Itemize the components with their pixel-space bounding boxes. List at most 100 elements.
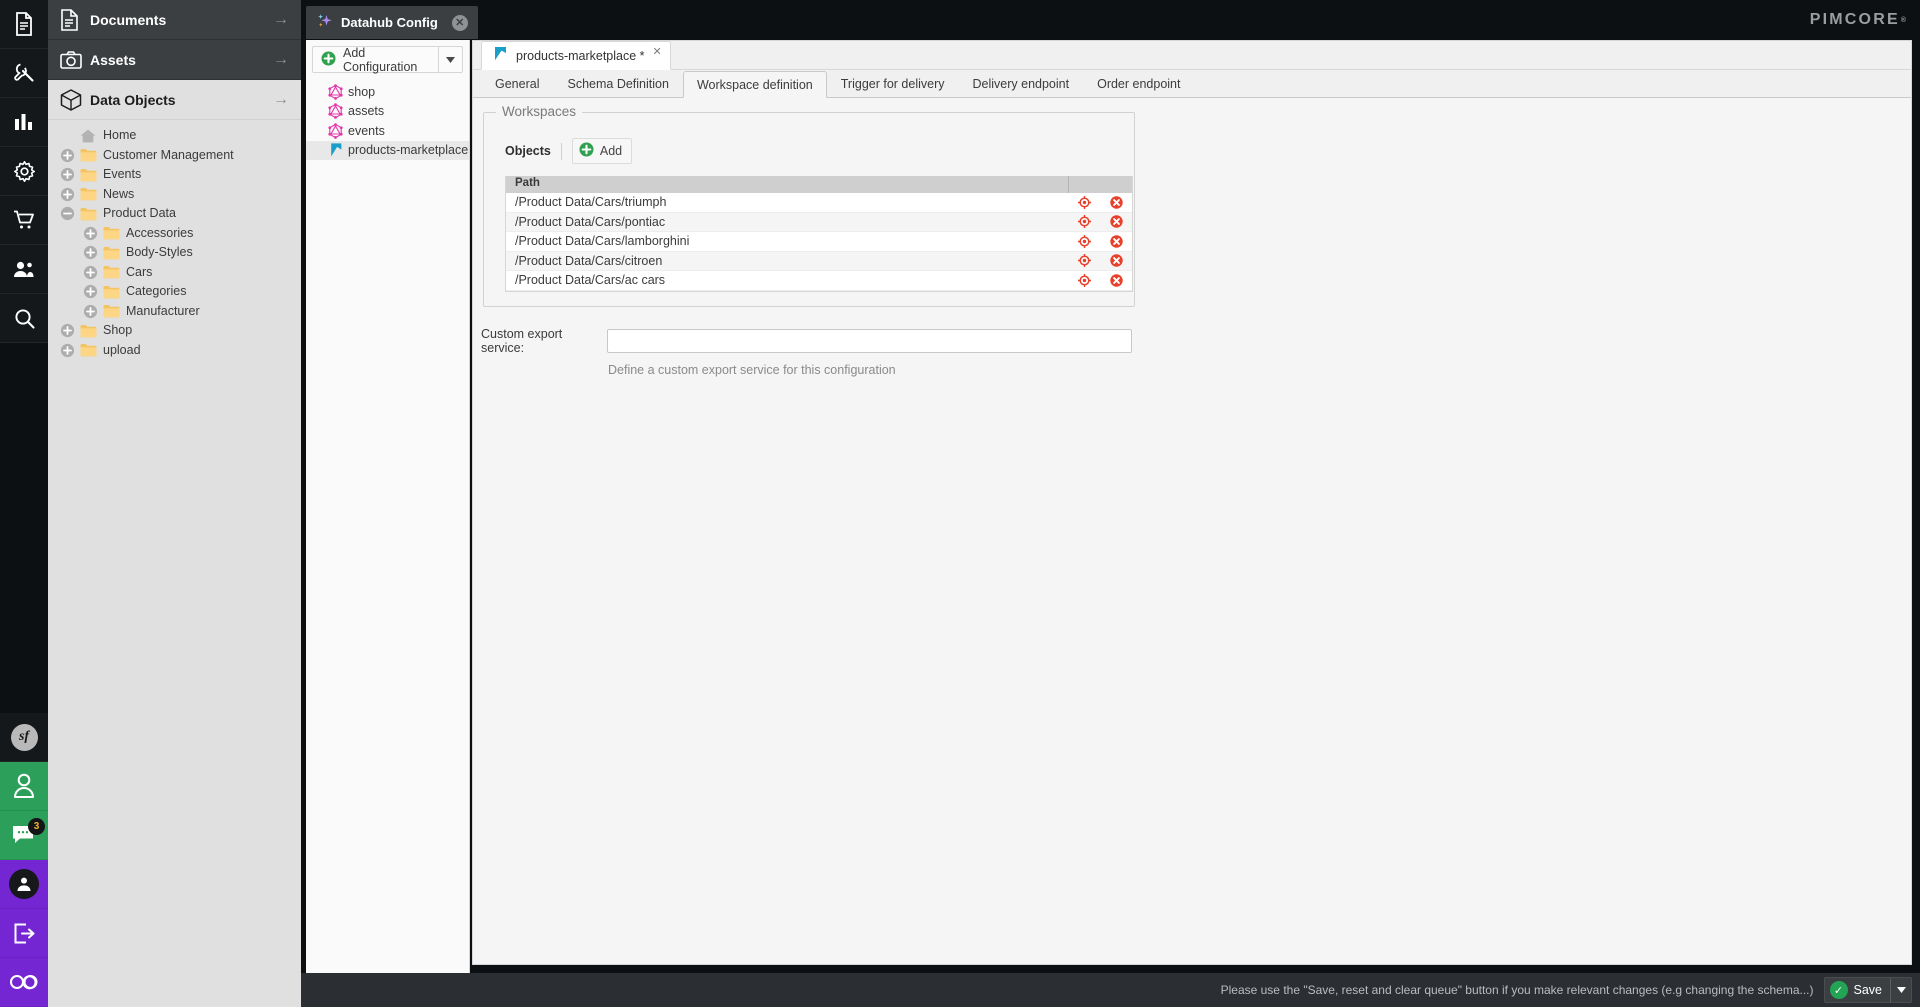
add-workspace-button[interactable]: Add: [572, 138, 632, 164]
table-row[interactable]: /Product Data/Cars/ac cars: [506, 271, 1132, 291]
config-item-assets[interactable]: assets: [306, 102, 469, 122]
column-header-delete: [1100, 176, 1132, 193]
expand-icon[interactable]: [83, 304, 98, 319]
tab-label: Trigger for delivery: [841, 77, 945, 91]
delete-row-icon[interactable]: [1100, 215, 1132, 228]
rail-item-settings[interactable]: [0, 147, 48, 196]
add-configuration-label: Add Configuration: [343, 46, 438, 74]
rail-item-account[interactable]: [0, 860, 48, 909]
config-item-events[interactable]: events: [306, 121, 469, 141]
rail-item-profile-avatar[interactable]: [0, 762, 48, 811]
sidebar-section-data-objects[interactable]: Data Objects →: [48, 80, 301, 120]
record-tab-products-marketplace[interactable]: products-marketplace * ✕: [481, 41, 671, 70]
expand-icon[interactable]: [60, 187, 75, 202]
expand-icon[interactable]: [60, 323, 75, 338]
infinity-icon: [9, 973, 39, 991]
workspace-path-cell: /Product Data/Cars/ac cars: [506, 273, 1068, 287]
tree-node-cars[interactable]: Cars: [48, 263, 301, 283]
tree-node-news[interactable]: News: [48, 185, 301, 205]
tree-node-label: Shop: [103, 321, 132, 341]
close-icon[interactable]: ✕: [452, 15, 468, 31]
table-row[interactable]: /Product Data/Cars/citroen: [506, 252, 1132, 272]
app-tab-datahub-config[interactable]: Datahub Config ✕: [306, 6, 478, 39]
collapse-icon[interactable]: [60, 206, 75, 221]
tab-order-endpoint[interactable]: Order endpoint: [1083, 70, 1194, 97]
tree-node-product-data[interactable]: Product Data: [48, 204, 301, 224]
pimcore-logo-text: PIMCORE: [1810, 11, 1900, 29]
rail-item-search[interactable]: [0, 294, 48, 343]
graphql-icon: [328, 123, 348, 139]
sidebar-section-documents[interactable]: Documents →: [48, 0, 301, 40]
chevron-right-icon: →: [273, 91, 289, 109]
locate-target-icon[interactable]: [1068, 274, 1100, 287]
objects-label: Objects: [505, 144, 551, 158]
delete-row-icon[interactable]: [1100, 235, 1132, 248]
locate-target-icon[interactable]: [1068, 196, 1100, 209]
icon-rail: sf 3: [0, 0, 48, 1007]
folder-icon: [80, 148, 97, 162]
tree-node-home[interactable]: Home: [48, 126, 301, 146]
delete-row-icon[interactable]: [1100, 196, 1132, 209]
rail-item-reports[interactable]: [0, 98, 48, 147]
chevron-down-icon[interactable]: [439, 57, 462, 63]
config-item-label: shop: [348, 85, 375, 99]
tab-general[interactable]: General: [481, 70, 553, 97]
divider: [561, 143, 562, 160]
table-row[interactable]: /Product Data/Cars/lamborghini: [506, 232, 1132, 252]
expand-icon[interactable]: [83, 284, 98, 299]
save-button[interactable]: ✓ Save: [1824, 977, 1913, 1003]
locate-target-icon[interactable]: [1068, 254, 1100, 267]
sidebar-section-assets[interactable]: Assets →: [48, 40, 301, 80]
logout-icon: [14, 923, 35, 944]
locate-target-icon[interactable]: [1068, 235, 1100, 248]
delete-row-icon[interactable]: [1100, 274, 1132, 287]
folder-icon: [80, 187, 97, 201]
custom-export-service-input[interactable]: [607, 329, 1132, 353]
folder-icon: [103, 304, 120, 318]
tree-node-manufacturer[interactable]: Manufacturer: [48, 302, 301, 322]
tab-delivery-endpoint[interactable]: Delivery endpoint: [959, 70, 1084, 97]
rail-item-ecommerce[interactable]: [0, 196, 48, 245]
tree-node-shop[interactable]: Shop: [48, 321, 301, 341]
tree-node-upload[interactable]: upload: [48, 341, 301, 361]
column-header-path[interactable]: Path: [506, 176, 1068, 193]
tree-node-categories[interactable]: Categories: [48, 282, 301, 302]
add-configuration-button[interactable]: Add Configuration: [312, 46, 463, 73]
tab-label: Workspace definition: [697, 78, 813, 92]
tab-trigger-for-delivery[interactable]: Trigger for delivery: [827, 70, 959, 97]
expand-icon[interactable]: [83, 245, 98, 260]
config-item-products-marketplace[interactable]: products-marketplace: [306, 141, 469, 161]
rail-item-notifications[interactable]: 3: [0, 811, 48, 860]
expand-icon[interactable]: [60, 343, 75, 358]
chevron-down-icon[interactable]: [1891, 987, 1911, 993]
rail-item-tools[interactable]: [0, 49, 48, 98]
table-row[interactable]: /Product Data/Cars/pontiac: [506, 213, 1132, 233]
rail-item-infinity[interactable]: [0, 958, 48, 1007]
tree-node-events[interactable]: Events: [48, 165, 301, 185]
expand-icon[interactable]: [60, 167, 75, 182]
config-item-shop[interactable]: shop: [306, 82, 469, 102]
locate-target-icon[interactable]: [1068, 215, 1100, 228]
expand-icon[interactable]: [60, 148, 75, 163]
rail-item-customers[interactable]: [0, 245, 48, 294]
tab-schema-definition[interactable]: Schema Definition: [553, 70, 682, 97]
tab-workspace-definition[interactable]: Workspace definition: [683, 71, 827, 98]
rail-item-symfony[interactable]: sf: [0, 713, 48, 762]
tree-node-label: Accessories: [126, 224, 193, 244]
rail-item-logout[interactable]: [0, 909, 48, 958]
close-icon[interactable]: ✕: [653, 45, 662, 58]
tree-node-body-styles[interactable]: Body-Styles: [48, 243, 301, 263]
tree-node-customer-management[interactable]: Customer Management: [48, 146, 301, 166]
expand-icon[interactable]: [83, 265, 98, 280]
datahub-arrow-icon: [328, 142, 348, 159]
add-workspace-label: Add: [600, 144, 622, 158]
tree-node-accessories[interactable]: Accessories: [48, 224, 301, 244]
table-row[interactable]: /Product Data/Cars/triumph: [506, 193, 1132, 213]
expand-icon[interactable]: [83, 226, 98, 241]
folder-icon: [103, 226, 120, 240]
document-icon: [14, 12, 34, 36]
status-message: Please use the "Save, reset and clear qu…: [1221, 983, 1814, 997]
tab-label: Delivery endpoint: [973, 77, 1070, 91]
rail-item-documents[interactable]: [0, 0, 48, 49]
delete-row-icon[interactable]: [1100, 254, 1132, 267]
